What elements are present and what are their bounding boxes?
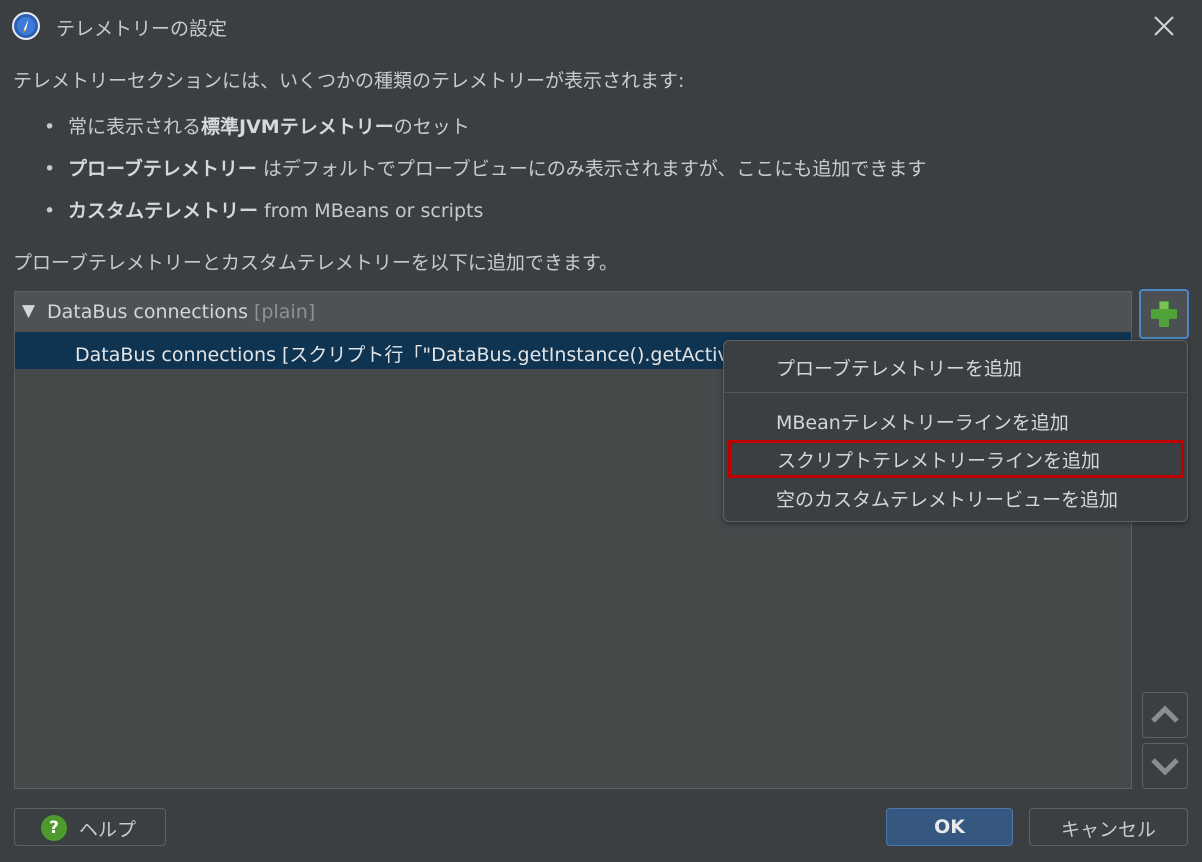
- menu-item-label: MBeanテレメトリーラインを追加: [776, 412, 1069, 434]
- add-button[interactable]: [1139, 289, 1189, 339]
- ok-button[interactable]: OK: [886, 808, 1013, 846]
- add-note: プローブテレメトリーとカスタムテレメトリーを以下に追加できます。: [13, 252, 618, 274]
- bullet-bold-text: プローブテレメトリー: [68, 158, 257, 180]
- dialog-title: テレメトリーの設定: [56, 18, 228, 40]
- chevron-up-icon: [1151, 705, 1179, 723]
- tree-row-label: DataBus connections [スクリプト行「"DataBus.get…: [75, 344, 741, 366]
- bullet-custom: カスタムテレメトリー from MBeans or scripts: [44, 198, 926, 240]
- compass-icon: [12, 12, 40, 40]
- help-icon: ?: [41, 815, 67, 841]
- telemetry-type-list: 常に表示される標準JVMテレメトリーのセット プローブテレメトリー はデフォルト…: [44, 114, 926, 240]
- group-tag: [plain]: [254, 301, 316, 323]
- group-name: DataBus connections: [47, 301, 248, 323]
- menu-separator: [725, 392, 1186, 393]
- cancel-button[interactable]: キャンセル: [1029, 808, 1188, 846]
- menu-item-add-custom-view[interactable]: 空のカスタムテレメトリービューを追加: [724, 480, 1187, 516]
- tree-group-header[interactable]: ▼ DataBus connections [plain]: [15, 292, 1131, 332]
- bullet-probe: プローブテレメトリー はデフォルトでプローブビューにのみ表示されますが、ここにも…: [44, 156, 926, 198]
- intro-text: テレメトリーセクションには、いくつかの種類のテレメトリーが表示されます:: [13, 70, 685, 92]
- bullet-text: 常に表示される: [68, 116, 202, 138]
- bullet-standard-jvm: 常に表示される標準JVMテレメトリーのセット: [44, 114, 926, 156]
- bullet-bold-text: 標準JVMテレメトリー: [201, 116, 394, 138]
- bullet-text: はデフォルトでプローブビューにのみ表示されますが、ここにも追加できます: [256, 158, 927, 180]
- menu-item-add-script-line[interactable]: スクリプトテレメトリーラインを追加: [728, 440, 1184, 478]
- plus-icon: [1151, 301, 1177, 327]
- help-label: ヘルプ: [79, 819, 137, 841]
- menu-item-label: 空のカスタムテレメトリービューを追加: [776, 489, 1119, 511]
- move-up-button[interactable]: [1142, 692, 1188, 738]
- close-icon[interactable]: [1148, 10, 1180, 42]
- help-button[interactable]: ? ヘルプ: [14, 808, 166, 846]
- triangle-down-icon[interactable]: ▼: [22, 301, 35, 321]
- bullet-text: from MBeans or scripts: [258, 200, 484, 222]
- move-down-button[interactable]: [1142, 743, 1188, 789]
- menu-item-label: プローブテレメトリーを追加: [776, 358, 1022, 380]
- add-telemetry-menu: プローブテレメトリーを追加 MBeanテレメトリーラインを追加 スクリプトテレメ…: [723, 340, 1188, 522]
- menu-item-label: スクリプトテレメトリーラインを追加: [777, 450, 1101, 472]
- chevron-down-icon: [1151, 758, 1179, 776]
- menu-item-add-probe[interactable]: プローブテレメトリーを追加: [724, 349, 1187, 385]
- bullet-bold-text: カスタムテレメトリー: [68, 200, 259, 222]
- menu-item-add-mbean-line[interactable]: MBeanテレメトリーラインを追加: [724, 403, 1187, 439]
- cancel-label: キャンセル: [1060, 819, 1156, 841]
- bullet-text: のセット: [393, 116, 470, 138]
- tree-group-label: DataBus connections [plain]: [47, 301, 315, 323]
- ok-label: OK: [934, 816, 965, 838]
- title-bar: テレメトリーの設定: [0, 0, 1202, 52]
